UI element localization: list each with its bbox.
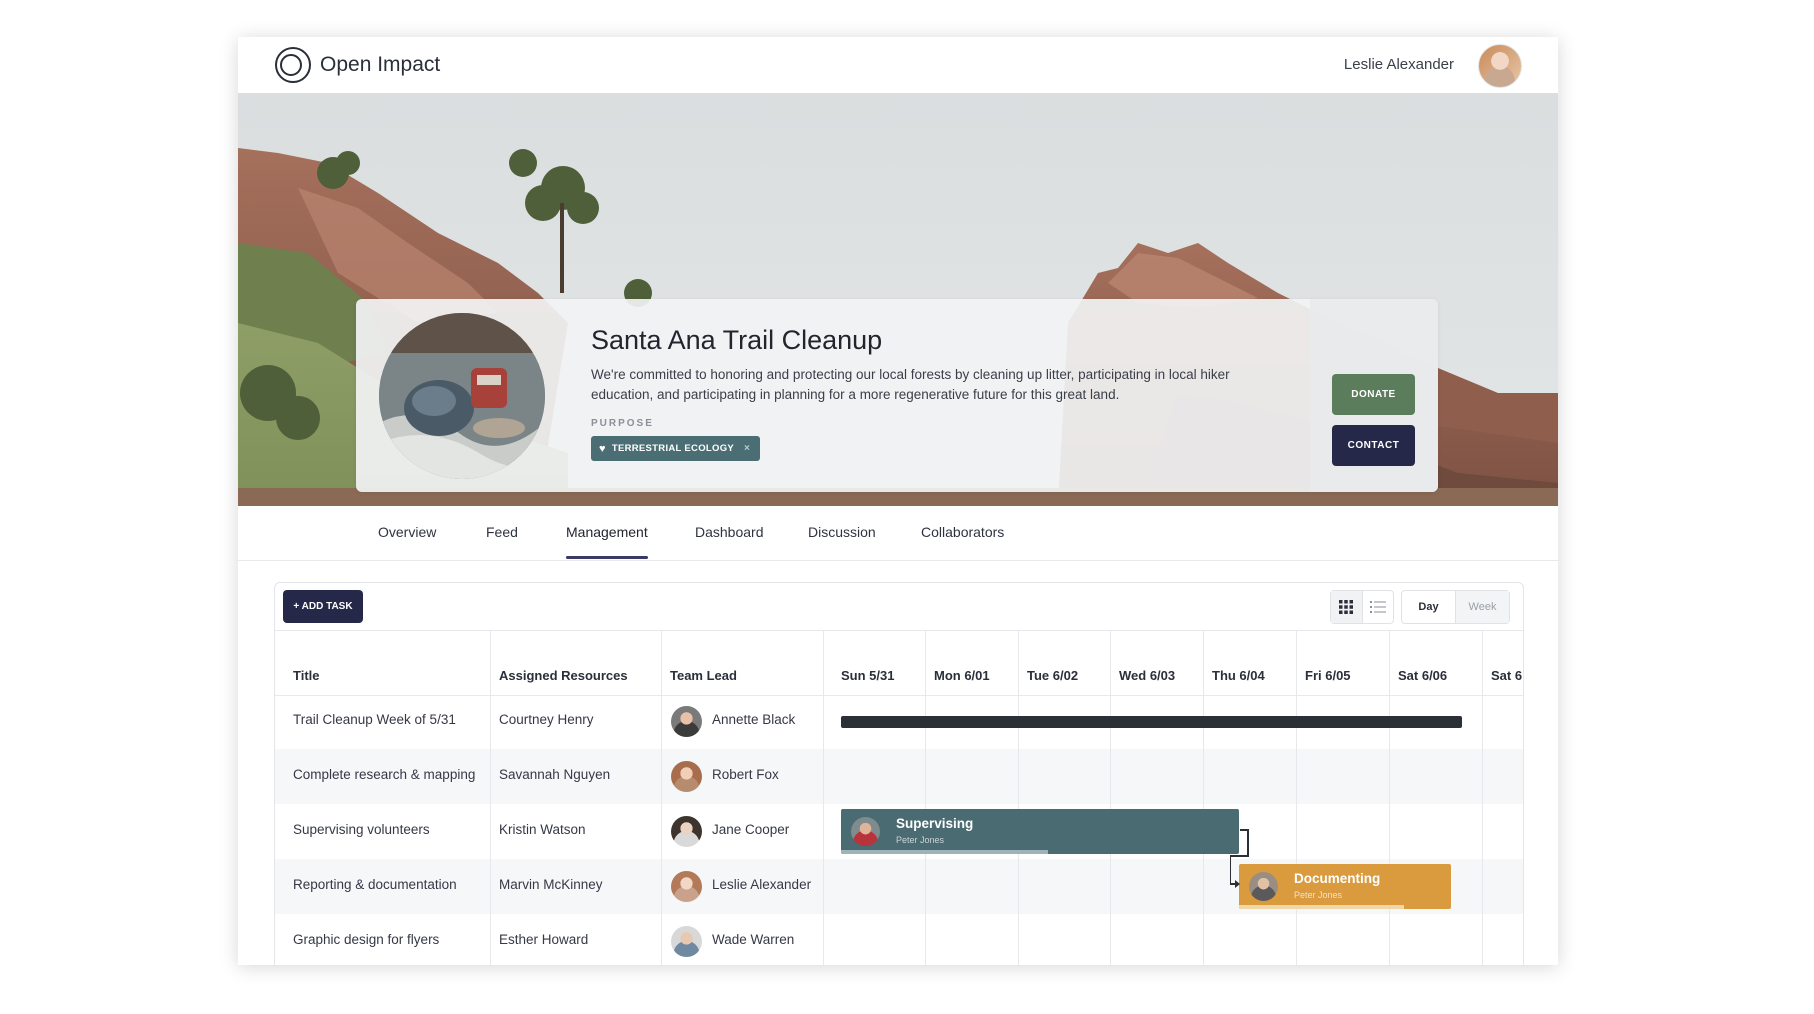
task-title: Graphic design for flyers (293, 932, 440, 947)
table-row[interactable]: Complete research & mapping Savannah Ngu… (275, 749, 1523, 804)
day-header: Tue 6/02 (1027, 668, 1079, 683)
user-avatar[interactable] (1478, 44, 1522, 88)
tab-dashboard[interactable]: Dashboard (695, 524, 764, 540)
task-title: Complete research & mapping (293, 767, 476, 782)
contact-button[interactable]: CONTACT (1332, 425, 1415, 466)
table-row[interactable]: Graphic design for flyers Esther Howard … (275, 914, 1523, 965)
hero-banner: Santa Ana Trail Cleanup We're committed … (238, 93, 1558, 506)
day-header: Wed 6/03 (1119, 668, 1176, 683)
team-lead-name: Leslie Alexander (712, 877, 812, 892)
team-lead-name: Annette Black (712, 712, 796, 727)
table-row[interactable]: Supervising volunteers Kristin Watson Ja… (275, 804, 1523, 859)
grid-view-button[interactable] (1331, 591, 1363, 623)
column-header-title[interactable]: Title (293, 668, 320, 683)
tab-discussion[interactable]: Discussion (808, 524, 876, 540)
top-bar: Open Impact Leslie Alexander (238, 37, 1558, 94)
avatar (671, 761, 702, 792)
task-resource: Esther Howard (499, 932, 589, 947)
range-toggle: Day Week (1401, 590, 1510, 624)
list-view-button[interactable] (1363, 591, 1394, 623)
team-lead-name: Wade Warren (712, 932, 795, 947)
view-toggle (1330, 590, 1394, 624)
table-row[interactable]: Trail Cleanup Week of 5/31 Courtney Henr… (275, 694, 1523, 749)
project-photo (379, 313, 545, 479)
gantt-bar-person: Peter Jones (1294, 890, 1343, 900)
table-header: Title Assigned Resources Team Lead Sun 5… (275, 630, 1523, 696)
team-lead-name: Jane Cooper (712, 822, 790, 837)
task-title: Trail Cleanup Week of 5/31 (293, 712, 456, 727)
tab-overview[interactable]: Overview (378, 524, 436, 540)
management-panel: + ADD TASK Day Week Title Assigned Resou… (274, 582, 1524, 965)
column-header-team-lead[interactable]: Team Lead (670, 668, 737, 683)
tab-collaborators[interactable]: Collaborators (921, 524, 1004, 540)
donate-button[interactable]: DONATE (1332, 374, 1415, 415)
gantt-bar-progress (841, 850, 1048, 854)
task-resource: Marvin McKinney (499, 877, 603, 892)
tab-feed[interactable]: Feed (486, 524, 518, 540)
avatar (671, 871, 702, 902)
gantt-bar-progress (1239, 905, 1405, 909)
avatar (671, 926, 702, 957)
day-header: Fri 6/05 (1305, 668, 1351, 683)
brand-name[interactable]: Open Impact (320, 53, 440, 77)
day-header: Sat 6/06 (1398, 668, 1448, 683)
avatar (671, 706, 702, 737)
user-name[interactable]: Leslie Alexander (1344, 56, 1454, 73)
day-header: Sun 5/31 (841, 668, 895, 683)
gantt-bar-person: Peter Jones (896, 835, 945, 845)
table-row[interactable]: Reporting & documentation Marvin McKinne… (275, 859, 1523, 914)
app-window: Open Impact Leslie Alexander Santa Ana T… (238, 37, 1558, 965)
purpose-label: PURPOSE (591, 418, 654, 429)
remove-tag-icon[interactable]: × (744, 443, 750, 454)
project-card: Santa Ana Trail Cleanup We're committed … (356, 299, 1438, 492)
project-title: Santa Ana Trail Cleanup (591, 325, 883, 355)
list-icon (1369, 601, 1386, 613)
task-resource: Kristin Watson (499, 822, 586, 837)
purpose-tag-label: TERRESTRIAL ECOLOGY (611, 443, 735, 454)
avatar (671, 816, 702, 847)
column-header-resources[interactable]: Assigned Resources (499, 668, 628, 683)
gantt-bar-trail-cleanup[interactable] (841, 716, 1462, 728)
add-task-button[interactable]: + ADD TASK (283, 590, 363, 623)
purpose-tag[interactable]: ♥ TERRESTRIAL ECOLOGY × (591, 436, 761, 461)
gantt-bar-title: Documenting (1294, 871, 1381, 886)
project-description: We're committed to honoring and protecti… (591, 367, 1230, 402)
range-day-button[interactable]: Day (1402, 591, 1456, 623)
heart-icon: ♥ (599, 442, 606, 455)
team-lead-name: Robert Fox (712, 767, 779, 782)
gantt-table: Title Assigned Resources Team Lead Sun 5… (275, 630, 1523, 965)
open-impact-logo-icon[interactable] (274, 46, 312, 84)
project-photo-image (379, 313, 545, 479)
grid-icon (1339, 600, 1354, 614)
gantt-bar-supervising[interactable]: Supervising Peter Jones (841, 809, 1239, 854)
task-title: Supervising volunteers (293, 822, 430, 837)
range-week-button[interactable]: Week (1456, 591, 1509, 623)
project-tabs: Overview Feed Management Dashboard Discu… (238, 506, 1558, 561)
task-resource: Savannah Nguyen (499, 767, 611, 782)
task-title: Reporting & documentation (293, 877, 457, 892)
day-header: Sat 6 (1491, 668, 1523, 683)
gantt-bar-documenting[interactable]: Documenting Peter Jones (1239, 864, 1451, 909)
tab-management[interactable]: Management (566, 524, 648, 540)
gantt-bar-title: Supervising (896, 816, 974, 831)
active-tab-indicator (566, 556, 648, 559)
task-resource: Courtney Henry (499, 712, 594, 727)
avatar (851, 817, 880, 846)
day-header: Thu 6/04 (1212, 668, 1265, 683)
day-header: Mon 6/01 (934, 668, 990, 683)
dependency-connector (1230, 829, 1249, 888)
